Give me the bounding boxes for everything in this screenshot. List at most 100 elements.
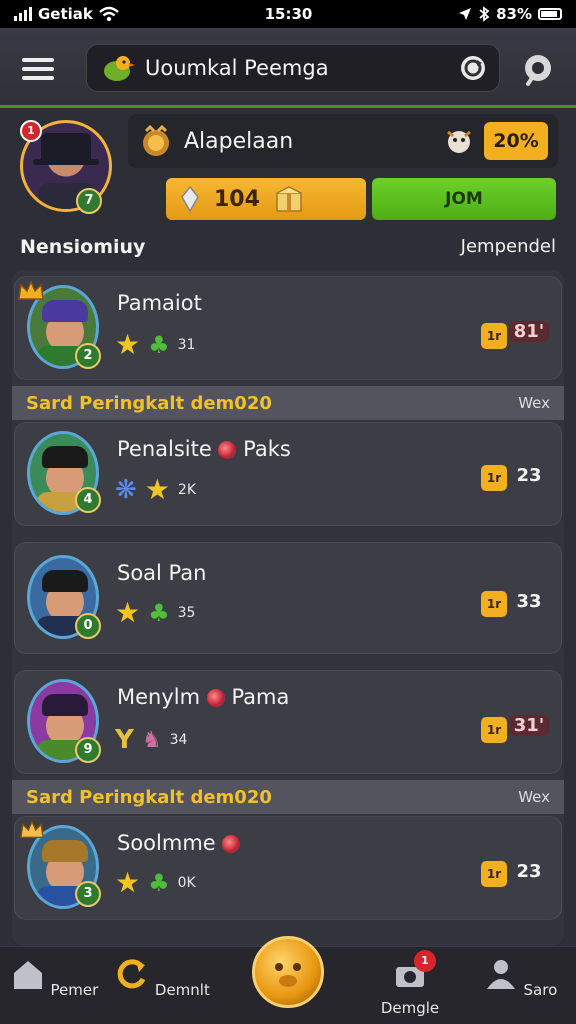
- player-card[interactable]: 3 Soolmme ★ ♣ 0K 1r 23: [14, 816, 562, 920]
- star-icon: ★: [144, 473, 170, 506]
- clover-icon: ♣: [148, 869, 170, 897]
- nav-refresh-label: Demnlt: [154, 981, 210, 999]
- section-label-left: Nensiomiuy: [20, 236, 146, 258]
- home-icon: [13, 961, 42, 989]
- player-stats: ★ ♣ 0K: [115, 869, 196, 897]
- section-header: Sard Peringkalt dem020 Wex: [12, 780, 564, 814]
- center-pet-button[interactable]: [252, 936, 324, 1008]
- player-stat: 35: [177, 605, 196, 621]
- player-card[interactable]: 4 Penalsite Paks ❋ ★ 2K 1r 23: [14, 422, 562, 526]
- trophy-icon: [143, 124, 169, 156]
- refresh-icon: [117, 959, 146, 989]
- menu-icon[interactable]: [22, 58, 54, 80]
- player-name: Soolmme: [117, 831, 216, 855]
- gift-box-icon: [276, 186, 302, 212]
- rank-value: 31': [509, 715, 549, 736]
- star-icon: ★: [115, 596, 141, 629]
- player-name: Penalsite: [117, 437, 212, 461]
- bluetooth-icon: [479, 6, 490, 22]
- join-button[interactable]: JOM: [372, 178, 556, 220]
- player-level-badge: 9: [75, 737, 101, 763]
- crown-icon: [18, 280, 44, 300]
- rank-badge: 1r: [481, 323, 507, 349]
- slingshot-icon: Y: [115, 725, 134, 755]
- nav-profile[interactable]: Saro: [472, 957, 568, 999]
- rank-value: 23: [516, 861, 542, 882]
- nav-home-label: Pemer: [50, 981, 99, 999]
- section-title: Sard Peringkalt dem020: [26, 392, 272, 414]
- figure-icon: ♞: [141, 727, 162, 753]
- pet-icon: [447, 130, 471, 153]
- notification-badge: 1: [20, 120, 42, 142]
- bird-logo-icon: [104, 56, 135, 81]
- section-title: Sard Peringkalt dem020: [26, 786, 272, 808]
- top-bar: Uoumkal Peemga: [0, 28, 576, 108]
- refresh-icon[interactable]: [459, 54, 487, 82]
- rank-value: 23: [516, 465, 542, 486]
- nav-notification-badge: 1: [414, 950, 436, 972]
- orb-icon: [218, 441, 237, 459]
- rank-badge: 1r: [481, 591, 507, 617]
- section-label-right: Jempendel: [460, 236, 556, 257]
- player-level-badge: 2: [75, 343, 101, 369]
- gem-icon: ❋: [115, 475, 137, 505]
- player-stats: ❋ ★ 2K: [115, 475, 196, 505]
- star-icon: ★: [115, 866, 141, 899]
- orb-icon: [222, 835, 241, 853]
- player-card[interactable]: 9 Menylm Pama Y ♞ 34 1r 31': [14, 670, 562, 774]
- player-card[interactable]: 2 Pamaiot ★ ♣ 31 1r 81': [14, 276, 562, 380]
- clover-icon: ♣: [148, 599, 170, 627]
- nav-home[interactable]: Pemer: [6, 957, 102, 999]
- nav-profile-label: Saro: [523, 981, 558, 999]
- section-max: Wex: [518, 788, 550, 806]
- progress-percent: 20%: [484, 122, 548, 160]
- player-stat: 0K: [177, 875, 196, 891]
- player-stat: 2K: [177, 482, 196, 498]
- signal-icon: [14, 7, 32, 21]
- player-level-badge: 7: [76, 188, 102, 214]
- page-title: Uoumkal Peemga: [145, 56, 329, 80]
- nav-refresh[interactable]: Demnlt: [114, 957, 210, 999]
- clover-icon: ♣: [148, 331, 170, 359]
- rank-badge: 1r: [481, 861, 507, 887]
- rank-badge: 1r: [481, 465, 507, 491]
- player-name-row: Soolmme: [117, 831, 241, 855]
- player-tag: Pama: [231, 685, 290, 709]
- rank-badge: 1r: [481, 717, 507, 743]
- star-icon: ★: [115, 328, 141, 361]
- coin-amount: 104: [214, 186, 260, 212]
- clock: 15:30: [264, 5, 313, 23]
- player-name: Soal Pan: [117, 561, 207, 585]
- wifi-icon: [99, 6, 119, 22]
- piggy-icon: [275, 963, 301, 987]
- player-tag: Paks: [243, 437, 291, 461]
- player-name-row: Penalsite Paks: [117, 437, 291, 461]
- section-header: Sard Peringkalt dem020 Wex: [12, 386, 564, 420]
- leaderboard-list: 2 Pamaiot ★ ♣ 31 1r 81' Sard Peringkalt …: [12, 270, 564, 946]
- player-name: Alapelaan: [184, 128, 294, 154]
- player-name-box: Alapelaan 20%: [128, 114, 558, 168]
- player-stats: ★ ♣ 31: [115, 331, 195, 359]
- orb-icon: [206, 689, 225, 707]
- rank-value: 33: [516, 591, 542, 612]
- player-name: Menylm: [117, 685, 201, 709]
- crown-icon: [20, 820, 44, 839]
- player-stats: ★ ♣ 35: [115, 599, 195, 627]
- player-stats: Y ♞ 34: [115, 725, 187, 755]
- section-max: Wex: [518, 394, 550, 412]
- carrier-label: Getiak: [38, 5, 93, 23]
- battery-icon: [538, 8, 562, 20]
- player-card[interactable]: 0 Soal Pan ★ ♣ 35 1r 33: [14, 542, 562, 654]
- search-icon[interactable]: [520, 52, 556, 88]
- location-icon: [459, 8, 472, 20]
- nav-shop-label: Demgle: [380, 999, 440, 1017]
- title-search-bar[interactable]: Uoumkal Peemga: [86, 44, 500, 92]
- coin-counter[interactable]: 104: [166, 178, 366, 220]
- player-level-badge: 4: [75, 487, 101, 513]
- player-level-badge: 0: [75, 613, 101, 639]
- battery-percent: 83%: [496, 5, 532, 23]
- rank-value: 81': [509, 321, 549, 342]
- status-bar: Getiak 15:30 83%: [0, 0, 576, 28]
- profile-panel: 1 7 Alapelaan 20% 104 JOM Nensiomiuy Jem…: [0, 108, 576, 268]
- nav-shop[interactable]: Demgle: [362, 957, 458, 1017]
